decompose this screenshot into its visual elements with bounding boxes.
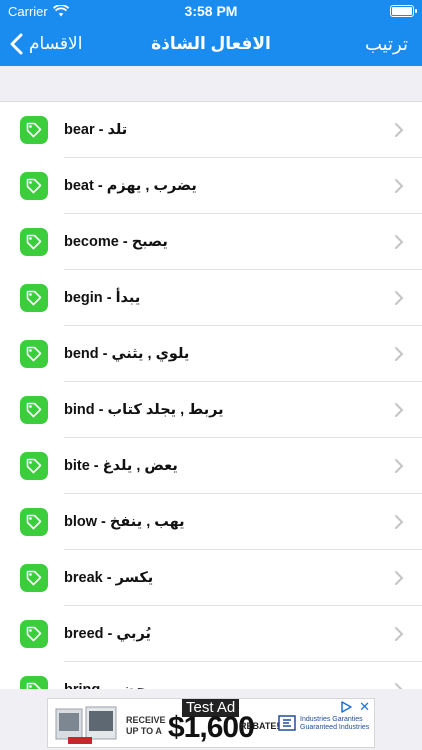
ad-text: RECEIVE UP TO A — [126, 715, 166, 736]
tag-icon — [20, 172, 48, 200]
list-item-label: bring - يحضر — [64, 662, 152, 689]
list-item[interactable]: bend - يلوي , يثني — [0, 326, 422, 382]
sort-button[interactable]: ترتيب — [365, 22, 408, 66]
chevron-right-icon — [395, 515, 404, 529]
list-item[interactable]: breed - يُربي — [0, 606, 422, 662]
list-item-label: bend - يلوي , يثني — [64, 346, 190, 362]
list-item-label: bind - يربط , يجلد كتاب — [64, 402, 224, 418]
chevron-right-icon — [395, 683, 403, 689]
tag-icon — [20, 564, 48, 592]
list-item[interactable]: blow - يهب , ينفخ — [0, 494, 422, 550]
chevron-right-icon — [395, 459, 404, 473]
ad-choices-icon[interactable] — [340, 701, 352, 713]
back-button-label: الاقسام — [29, 34, 83, 53]
chevron-right-icon — [395, 235, 404, 249]
brand-logo-icon — [278, 715, 296, 731]
ac-units-image — [55, 706, 117, 744]
list-item[interactable]: bring - يحضر — [0, 662, 422, 689]
list-item-label: break - يكسر — [64, 570, 154, 586]
list-item-label: bear - تلد — [64, 122, 128, 138]
navigation-bar: الاقسام الافعال الشاذة ترتيب — [0, 22, 422, 66]
ad-close-icon[interactable]: ✕ — [359, 700, 370, 713]
list-item-label: beat - يضرب , يهزم — [64, 178, 197, 194]
chevron-right-icon — [395, 123, 404, 137]
chevron-right-icon — [395, 179, 404, 193]
battery-icon — [390, 5, 417, 17]
tag-icon — [20, 620, 48, 648]
list-item[interactable]: bite - يعض , يلدغ — [0, 438, 422, 494]
tag-icon — [20, 676, 48, 689]
list-item[interactable]: beat - يضرب , يهزم — [0, 158, 422, 214]
tag-icon — [20, 228, 48, 256]
tag-icon — [20, 284, 48, 312]
list-item-label: begin - يبدأ — [64, 290, 141, 306]
back-button[interactable]: الاقسام — [10, 22, 82, 66]
verb-list: bear - تلد beat - يضرب , يهزم become - ي… — [0, 101, 422, 689]
chevron-left-icon — [10, 33, 23, 55]
list-item-label: blow - يهب , ينفخ — [64, 514, 185, 530]
status-time: 3:58 PM — [184, 3, 238, 19]
chevron-right-icon — [395, 403, 404, 417]
list-item[interactable]: break - يكسر — [0, 550, 422, 606]
chevron-right-icon — [395, 627, 404, 641]
chevron-right-icon — [395, 291, 404, 305]
list-item[interactable]: become - يصبح — [0, 214, 422, 270]
tag-icon — [20, 396, 48, 424]
tag-icon — [20, 508, 48, 536]
tag-icon — [20, 116, 48, 144]
chevron-right-icon — [395, 571, 404, 585]
status-bar: Carrier 3:58 PM — [0, 0, 422, 22]
ad-brand-text: Industries Garanties Guaranteed Industri… — [300, 716, 370, 731]
list-item[interactable]: bind - يربط , يجلد كتاب — [0, 382, 422, 438]
list-item-label: bite - يعض , يلدغ — [64, 458, 178, 474]
tag-icon — [20, 340, 48, 368]
list-item-label: breed - يُربي — [64, 626, 151, 642]
ad-banner[interactable]: Test Ad RECEIVE UP TO A $1,600 REBATE! I… — [47, 698, 375, 748]
list-item-label: become - يصبح — [64, 234, 168, 250]
ad-rebate: REBATE! — [240, 721, 280, 731]
list-item[interactable]: bear - تلد — [0, 102, 422, 158]
list-item[interactable]: begin - يبدأ — [0, 270, 422, 326]
chevron-right-icon — [395, 347, 404, 361]
tag-icon — [20, 452, 48, 480]
